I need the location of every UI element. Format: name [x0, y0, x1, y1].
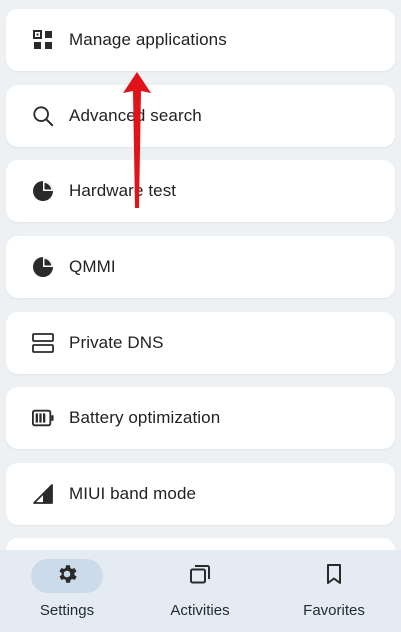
menu-item-qmmi[interactable]: QMMI — [6, 236, 395, 298]
menu-item-private-dns[interactable]: Private DNS — [6, 312, 395, 374]
pie-chart-icon — [32, 256, 54, 278]
nav-label: Favorites — [303, 602, 365, 619]
nav-label: Activities — [170, 602, 230, 619]
nav-label: Settings — [39, 602, 95, 619]
battery-icon — [32, 407, 54, 429]
pie-chart-icon — [32, 180, 54, 202]
nav-tab-settings[interactable]: Settings — [0, 550, 134, 632]
menu-item-label: QMMI — [69, 257, 116, 276]
nav-tab-activities[interactable]: Activities — [133, 550, 267, 632]
menu-item-hardware-test[interactable]: Hardware test — [6, 160, 395, 222]
menu-item-label: MIUI band mode — [69, 484, 197, 503]
activities-icon — [188, 562, 212, 591]
nav-active-pill — [31, 559, 103, 593]
bookmark-icon — [322, 562, 346, 591]
grid-apps-icon — [32, 29, 54, 51]
menu-item-label: Advanced search — [69, 106, 202, 125]
menu-item-advanced-search[interactable]: Advanced search — [6, 85, 395, 147]
search-icon — [32, 105, 54, 127]
nav-tab-favorites[interactable]: Favorites — [267, 550, 401, 632]
menu-item-manage-applications[interactable]: Manage applications — [6, 9, 395, 71]
menu-item-miui-band-mode[interactable]: MIUI band mode — [6, 463, 395, 525]
menu-item-battery-optimization[interactable]: Battery optimization — [6, 387, 395, 449]
server-icon — [32, 332, 54, 354]
signal-icon — [32, 483, 54, 505]
gear-icon — [55, 562, 79, 591]
menu-item-label: Manage applications — [69, 30, 227, 49]
menu-item-label: Battery optimization — [69, 408, 221, 427]
menu-item-label: Private DNS — [69, 333, 164, 352]
bottom-navigation: Settings Activities Favorites — [0, 550, 401, 632]
menu-item-label: Hardware test — [69, 181, 177, 200]
